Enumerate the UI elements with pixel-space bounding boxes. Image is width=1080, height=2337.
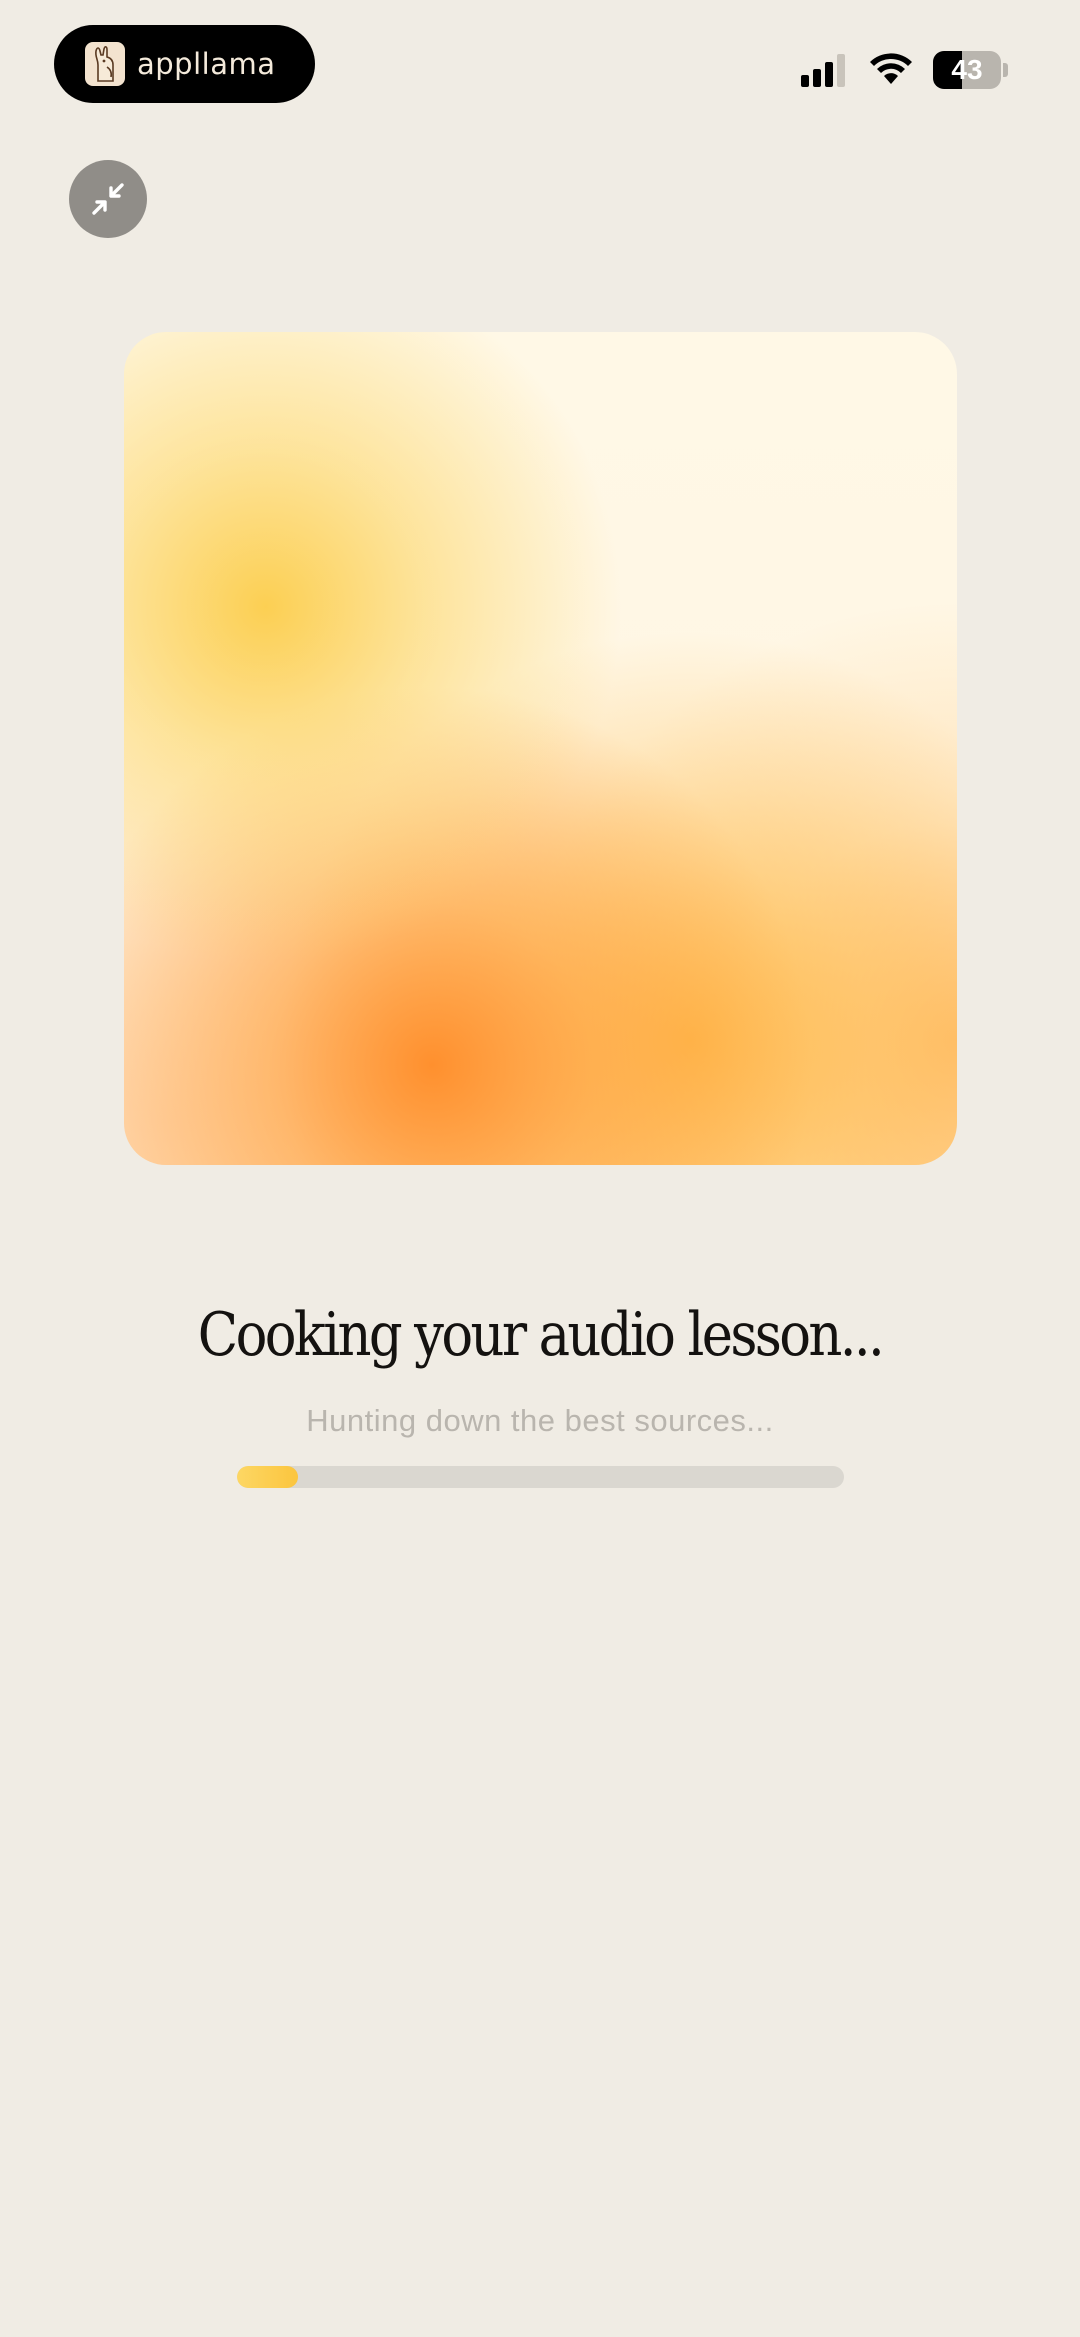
status-icons: 43 [797, 48, 1008, 92]
cellular-signal-icon [797, 53, 845, 87]
battery-level: 43 [951, 54, 983, 85]
app-pill[interactable]: appllama [54, 25, 315, 103]
lesson-artwork [124, 332, 957, 1165]
battery-tip [1003, 63, 1008, 77]
minimize-button[interactable] [69, 160, 147, 238]
progress-bar-fill [237, 1466, 298, 1488]
minimize-arrows-icon [92, 183, 124, 215]
battery-icon: 43 [933, 51, 1001, 89]
progress-bar [237, 1466, 844, 1488]
loading-subtitle: Hunting down the best sources... [306, 1403, 774, 1438]
loading-title: Cooking your audio lesson... [197, 1300, 885, 1370]
wifi-icon [867, 50, 915, 91]
llama-logo-icon [85, 42, 125, 86]
app-pill-label: appllama [137, 47, 276, 81]
